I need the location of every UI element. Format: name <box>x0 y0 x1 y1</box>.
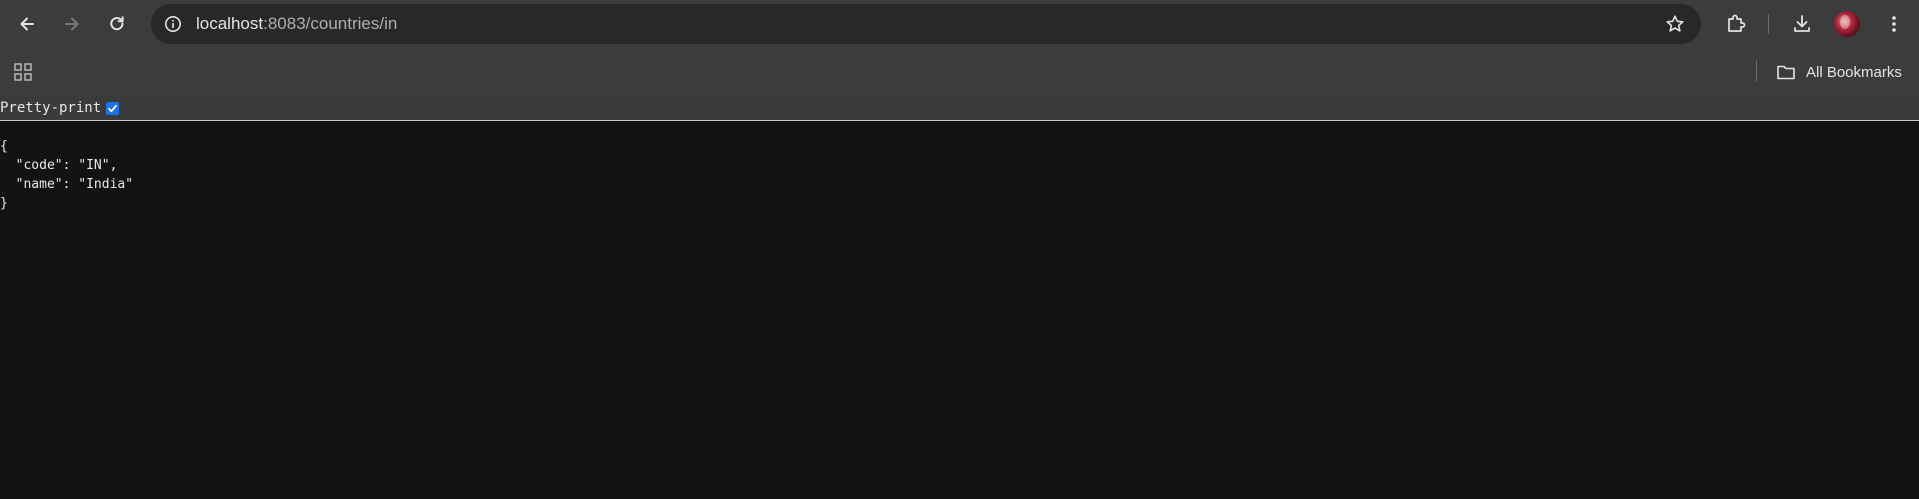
pretty-print-checkbox[interactable] <box>106 101 120 115</box>
browser-menu-button[interactable] <box>1878 8 1910 40</box>
extensions-button[interactable] <box>1720 8 1752 40</box>
json-line: "code": "IN", <box>0 158 118 173</box>
bookmark-star-button[interactable] <box>1661 10 1689 38</box>
profile-avatar[interactable] <box>1834 11 1860 37</box>
back-button[interactable] <box>9 6 45 42</box>
apps-button[interactable] <box>9 58 37 86</box>
download-icon <box>1794 15 1810 32</box>
page-content: Pretty-print { "code": "IN", "name": "In… <box>0 96 1919 499</box>
bookmarks-bar: All Bookmarks <box>0 48 1919 96</box>
puzzle-icon <box>1728 14 1746 32</box>
url-text[interactable]: localhost:8083/countries/in <box>196 4 397 44</box>
json-line: } <box>0 196 8 211</box>
pretty-print-bar: Pretty-print <box>0 96 1919 121</box>
url-host: localhost <box>196 14 264 33</box>
star-icon <box>1666 15 1684 32</box>
browser-toolbar: localhost:8083/countries/in <box>0 0 1919 48</box>
all-bookmarks-label: All Bookmarks <box>1806 63 1902 81</box>
json-line: { <box>0 139 8 154</box>
forward-button[interactable] <box>54 6 90 42</box>
back-arrow-icon <box>20 17 34 31</box>
url-path: :8083/countries/in <box>263 14 398 33</box>
info-icon <box>165 16 181 32</box>
reload-button[interactable] <box>99 6 135 42</box>
folder-icon <box>1777 65 1795 80</box>
toolbar-divider <box>1768 14 1769 34</box>
checkmark-icon <box>108 104 118 112</box>
bookmarks-divider <box>1756 60 1757 82</box>
reload-icon <box>110 16 124 31</box>
pretty-print-label: Pretty-print <box>0 100 102 116</box>
address-bar[interactable]: localhost:8083/countries/in <box>151 4 1701 44</box>
three-dots-vertical-icon <box>1892 16 1896 32</box>
pretty-print-toggle[interactable]: Pretty-print <box>0 96 120 120</box>
apps-grid-icon <box>14 63 32 81</box>
downloads-button[interactable] <box>1786 8 1818 40</box>
forward-arrow-icon <box>65 17 79 31</box>
all-bookmarks-button[interactable]: All Bookmarks <box>1776 57 1902 87</box>
site-info-button[interactable] <box>157 8 189 40</box>
json-body: { "code": "IN", "name": "India"} <box>0 137 133 213</box>
json-line: "name": "India" <box>0 177 134 192</box>
